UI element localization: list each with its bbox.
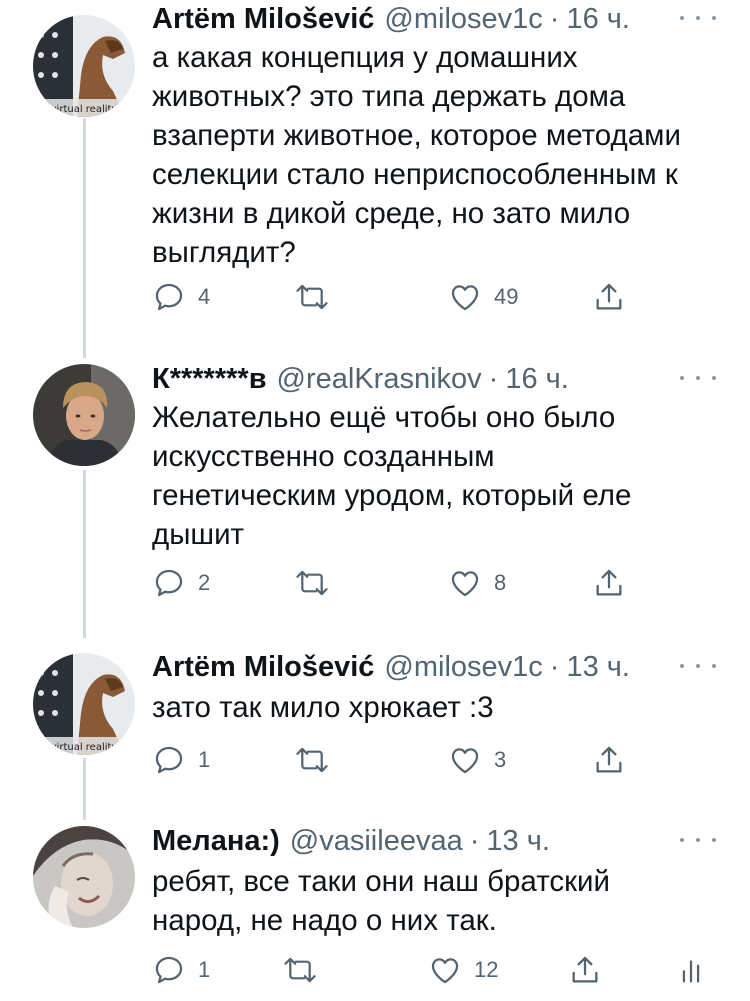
tweet[interactable]: Мелана:) @vasiileevaa · 13 ч. ребят, все… (0, 822, 750, 1001)
author-handle[interactable]: @realKrasnikov (277, 363, 482, 396)
tweet-text-line: взаперти животное, которое методами (152, 119, 681, 152)
reply-count: 1 (198, 957, 211, 982)
reply-icon (152, 566, 186, 600)
avatar[interactable]: virtual reality (33, 653, 135, 755)
tweet-text-line: ребят, все таки они наш братский (152, 865, 610, 898)
more-icon[interactable] (680, 6, 716, 30)
tweet-text-line: жизни в дикой среде, но зато мило (152, 197, 631, 230)
like-count: 12 (474, 957, 499, 982)
tweet-header: Мелана:) @vasiileevaa · 13 ч. (152, 825, 550, 859)
reply-button[interactable]: 1 (152, 950, 210, 990)
retweet-button[interactable] (294, 740, 330, 780)
timestamp[interactable]: 16 ч. (566, 3, 629, 36)
tweet-text-line: Желательно ещё чтобы оно было (152, 401, 616, 434)
tweet-text: зато так мило хрюкает :3 (152, 688, 732, 727)
reply-icon (152, 280, 186, 314)
avatar-caption: virtual reality (51, 104, 118, 115)
reply-button[interactable]: 1 (152, 740, 210, 780)
like-icon (448, 280, 482, 314)
tweet[interactable]: virtual reality Artëm Milošević @milosev… (0, 648, 750, 788)
separator-dot: · (549, 3, 560, 35)
tweet[interactable]: virtual reality Artëm Milošević @milosev… (0, 0, 750, 330)
tweet-actions: 4 49 (152, 277, 732, 317)
share-icon (568, 953, 602, 987)
author-name[interactable]: К*******в (152, 363, 267, 396)
retweet-icon (294, 280, 330, 314)
tweet-actions: 2 8 (152, 563, 732, 603)
tweet-header: Artëm Milošević @milosev1c · 13 ч. (152, 651, 630, 685)
tweet[interactable]: К*******в @realKrasnikov · 16 ч. Желател… (0, 360, 750, 640)
like-button[interactable]: 12 (428, 950, 498, 990)
retweet-icon (294, 566, 330, 600)
retweet-button[interactable] (282, 950, 318, 990)
timestamp[interactable]: 13 ч. (566, 651, 629, 684)
like-icon (448, 743, 482, 777)
author-handle[interactable]: @milosev1c (384, 3, 542, 36)
reply-button[interactable]: 2 (152, 563, 210, 603)
share-button[interactable] (592, 740, 626, 780)
tweet-text-line: искусственно созданным (152, 440, 495, 473)
like-button[interactable]: 8 (448, 563, 506, 603)
avatar[interactable]: virtual reality (33, 15, 135, 117)
like-icon (448, 566, 482, 600)
like-count: 8 (494, 570, 507, 595)
tweet-text: а какая концепция у домашних животных? э… (152, 38, 732, 272)
like-button[interactable]: 49 (448, 277, 518, 317)
more-icon[interactable] (680, 654, 716, 678)
share-icon (592, 743, 626, 777)
reply-count: 4 (198, 284, 211, 309)
avatar[interactable] (33, 364, 135, 466)
reply-button[interactable]: 4 (152, 277, 210, 317)
tweet-text: Желательно ещё чтобы оно было искусствен… (152, 398, 732, 554)
timestamp[interactable]: 13 ч. (486, 825, 549, 858)
retweet-button[interactable] (294, 277, 330, 317)
tweet-text-line: выглядит? (152, 236, 296, 269)
tweet-actions: 1 12 (152, 950, 732, 990)
author-handle[interactable]: @vasiileevaa (290, 825, 463, 858)
avatar-caption: virtual reality (51, 742, 118, 753)
like-count: 3 (494, 747, 507, 772)
retweet-icon (294, 743, 330, 777)
separator-dot: · (488, 363, 499, 395)
tweet-text-line: селекции стало неприспособленным к (152, 158, 678, 191)
retweet-button[interactable] (294, 563, 330, 603)
like-count: 49 (494, 284, 519, 309)
like-button[interactable]: 3 (448, 740, 506, 780)
tweet-text-line: народ, не надо о них так. (152, 904, 497, 937)
separator-dot: · (469, 825, 480, 857)
reply-count: 2 (198, 570, 211, 595)
more-icon[interactable] (680, 828, 716, 852)
reply-count: 1 (198, 747, 211, 772)
analytics-icon (676, 953, 706, 987)
tweet-text-line: генетическим уродом, который еле (152, 479, 632, 512)
author-name[interactable]: Artëm Milošević (152, 3, 374, 36)
tweet-text-line: зато так мило хрюкает :3 (152, 691, 494, 724)
share-icon (592, 280, 626, 314)
author-handle[interactable]: @milosev1c (384, 651, 542, 684)
share-button[interactable] (568, 950, 602, 990)
timestamp[interactable]: 16 ч. (505, 363, 568, 396)
like-icon (428, 953, 462, 987)
reply-icon (152, 953, 186, 987)
author-name[interactable]: Artëm Milošević (152, 651, 374, 684)
tweet-text-line: дышит (152, 518, 245, 551)
share-icon (592, 566, 626, 600)
share-button[interactable] (592, 563, 626, 603)
retweet-icon (282, 953, 318, 987)
separator-dot: · (549, 651, 560, 683)
tweet-header: Artëm Milošević @milosev1c · 16 ч. (152, 3, 630, 37)
tweet-actions: 1 3 (152, 740, 732, 780)
tweet-header: К*******в @realKrasnikov · 16 ч. (152, 363, 569, 397)
analytics-button[interactable] (676, 950, 706, 990)
author-name[interactable]: Мелана:) (152, 825, 280, 858)
share-button[interactable] (592, 277, 626, 317)
avatar[interactable] (33, 826, 135, 928)
tweet-text-line: а какая концепция у домашних (152, 41, 578, 74)
more-icon[interactable] (680, 366, 716, 390)
tweet-text-line: животных? это типа держать дома (152, 80, 626, 113)
reply-icon (152, 743, 186, 777)
tweet-text: ребят, все таки они наш братский народ, … (152, 862, 732, 940)
